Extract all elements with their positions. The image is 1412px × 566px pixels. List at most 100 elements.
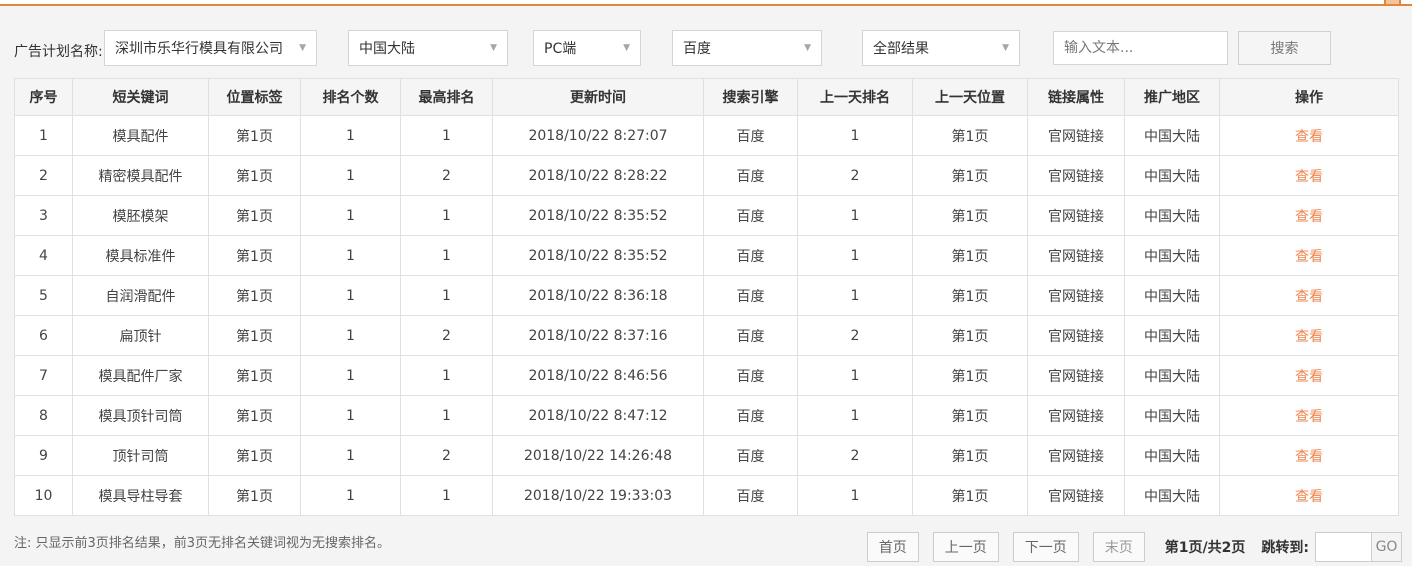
cell-prev-rank: 1 bbox=[797, 235, 913, 276]
cell-index: 4 bbox=[14, 235, 73, 276]
jump-to-label: 跳转到: bbox=[1261, 540, 1309, 556]
cell-best-rank: 2 bbox=[400, 435, 493, 476]
cell-region: 中国大陆 bbox=[1124, 155, 1220, 196]
table-row: 5 自润滑配件 第1页 1 1 2018/10/22 8:36:18 百度 1 … bbox=[14, 275, 1399, 316]
plan-name-select[interactable]: 深圳市乐华行模具有限公司 ▼ bbox=[104, 30, 317, 66]
cell-position: 第1页 bbox=[208, 475, 301, 516]
cell-prev-position: 第1页 bbox=[912, 315, 1028, 356]
cell-updated: 2018/10/22 8:36:18 bbox=[492, 275, 704, 316]
col-header-rank-count: 排名个数 bbox=[300, 78, 401, 116]
view-link[interactable]: 查看 bbox=[1295, 489, 1323, 505]
go-button[interactable]: GO bbox=[1371, 532, 1402, 562]
cell-position: 第1页 bbox=[208, 195, 301, 236]
cell-action: 查看 bbox=[1219, 235, 1399, 276]
cell-keyword: 模具配件厂家 bbox=[72, 355, 209, 396]
cell-keyword: 自润滑配件 bbox=[72, 275, 209, 316]
cell-region: 中国大陆 bbox=[1124, 435, 1220, 476]
cell-rank-count: 1 bbox=[300, 315, 401, 356]
view-link[interactable]: 查看 bbox=[1295, 369, 1323, 385]
view-link[interactable]: 查看 bbox=[1295, 209, 1323, 225]
jump-page-input[interactable] bbox=[1315, 532, 1372, 562]
cell-prev-position: 第1页 bbox=[912, 235, 1028, 276]
cell-best-rank: 2 bbox=[400, 315, 493, 356]
cell-updated: 2018/10/22 8:28:22 bbox=[492, 155, 704, 196]
cell-action: 查看 bbox=[1219, 275, 1399, 316]
cell-link-attr: 官网链接 bbox=[1027, 395, 1125, 436]
cell-keyword: 模具配件 bbox=[72, 115, 209, 156]
chevron-down-icon: ▼ bbox=[490, 43, 497, 53]
cell-engine: 百度 bbox=[703, 195, 798, 236]
cell-best-rank: 2 bbox=[400, 155, 493, 196]
col-header-position: 位置标签 bbox=[208, 78, 301, 116]
cell-prev-rank: 2 bbox=[797, 435, 913, 476]
table-row: 10 模具导柱导套 第1页 1 1 2018/10/22 19:33:03 百度… bbox=[14, 475, 1399, 516]
view-link[interactable]: 查看 bbox=[1295, 169, 1323, 185]
cell-index: 9 bbox=[14, 435, 73, 476]
device-select-value: PC端 bbox=[544, 41, 577, 57]
col-header-index: 序号 bbox=[14, 78, 73, 116]
page-info: 第1页/共2页 bbox=[1164, 540, 1246, 556]
table-row: 9 顶针司筒 第1页 1 2 2018/10/22 14:26:48 百度 2 … bbox=[14, 435, 1399, 476]
chevron-down-icon: ▼ bbox=[1002, 43, 1009, 53]
region-select-value: 中国大陆 bbox=[359, 41, 415, 57]
cell-index: 7 bbox=[14, 355, 73, 396]
view-link[interactable]: 查看 bbox=[1295, 129, 1323, 145]
cell-rank-count: 1 bbox=[300, 435, 401, 476]
cell-rank-count: 1 bbox=[300, 395, 401, 436]
keyword-rank-table: 序号 短关键词 位置标签 排名个数 最高排名 更新时间 搜索引擎 上一天排名 上… bbox=[14, 78, 1399, 516]
engine-select[interactable]: 百度 ▼ bbox=[672, 30, 822, 66]
cell-link-attr: 官网链接 bbox=[1027, 315, 1125, 356]
cell-updated: 2018/10/22 8:35:52 bbox=[492, 235, 704, 276]
cell-engine: 百度 bbox=[703, 235, 798, 276]
cell-rank-count: 1 bbox=[300, 355, 401, 396]
cell-keyword: 模具标准件 bbox=[72, 235, 209, 276]
cell-engine: 百度 bbox=[703, 355, 798, 396]
region-select[interactable]: 中国大陆 ▼ bbox=[348, 30, 508, 66]
cell-action: 查看 bbox=[1219, 355, 1399, 396]
result-type-select-value: 全部结果 bbox=[873, 41, 929, 57]
cell-prev-position: 第1页 bbox=[912, 395, 1028, 436]
cell-prev-rank: 2 bbox=[797, 315, 913, 356]
cell-prev-position: 第1页 bbox=[912, 435, 1028, 476]
device-select[interactable]: PC端 ▼ bbox=[533, 30, 641, 66]
view-link[interactable]: 查看 bbox=[1295, 329, 1323, 345]
table-row: 8 模具顶针司筒 第1页 1 1 2018/10/22 8:47:12 百度 1… bbox=[14, 395, 1399, 436]
search-input[interactable] bbox=[1053, 31, 1228, 65]
col-header-engine: 搜索引擎 bbox=[703, 78, 798, 116]
cell-region: 中国大陆 bbox=[1124, 355, 1220, 396]
cell-rank-count: 1 bbox=[300, 195, 401, 236]
cell-prev-position: 第1页 bbox=[912, 355, 1028, 396]
view-link[interactable]: 查看 bbox=[1295, 449, 1323, 465]
table-row: 7 模具配件厂家 第1页 1 1 2018/10/22 8:46:56 百度 1… bbox=[14, 355, 1399, 396]
table-row: 1 模具配件 第1页 1 1 2018/10/22 8:27:07 百度 1 第… bbox=[14, 115, 1399, 156]
chevron-down-icon: ▼ bbox=[299, 43, 306, 53]
cell-position: 第1页 bbox=[208, 315, 301, 356]
engine-select-value: 百度 bbox=[683, 41, 711, 57]
plan-name-select-value: 深圳市乐华行模具有限公司 bbox=[115, 41, 283, 57]
cell-index: 10 bbox=[14, 475, 73, 516]
cell-best-rank: 1 bbox=[400, 275, 493, 316]
cell-keyword: 模胚模架 bbox=[72, 195, 209, 236]
col-header-prev-rank: 上一天排名 bbox=[797, 78, 913, 116]
cell-region: 中国大陆 bbox=[1124, 315, 1220, 356]
cell-updated: 2018/10/22 8:47:12 bbox=[492, 395, 704, 436]
cell-link-attr: 官网链接 bbox=[1027, 355, 1125, 396]
cell-position: 第1页 bbox=[208, 275, 301, 316]
view-link[interactable]: 查看 bbox=[1295, 249, 1323, 265]
cell-link-attr: 官网链接 bbox=[1027, 435, 1125, 476]
last-page-button[interactable]: 末页 bbox=[1092, 532, 1145, 562]
cell-prev-rank: 1 bbox=[797, 115, 913, 156]
cell-rank-count: 1 bbox=[300, 275, 401, 316]
view-link[interactable]: 查看 bbox=[1295, 409, 1323, 425]
prev-page-button[interactable]: 上一页 bbox=[932, 532, 999, 562]
result-type-select[interactable]: 全部结果 ▼ bbox=[862, 30, 1020, 66]
next-page-button[interactable]: 下一页 bbox=[1012, 532, 1079, 562]
cell-region: 中国大陆 bbox=[1124, 195, 1220, 236]
cell-prev-position: 第1页 bbox=[912, 475, 1028, 516]
cell-rank-count: 1 bbox=[300, 235, 401, 276]
filter-bar: 广告计划名称: 深圳市乐华行模具有限公司 ▼ 中国大陆 ▼ PC端 ▼ 百度 ▼… bbox=[0, 6, 1412, 78]
search-button[interactable]: 搜索 bbox=[1238, 31, 1331, 65]
first-page-button[interactable]: 首页 bbox=[866, 532, 919, 562]
cell-updated: 2018/10/22 8:27:07 bbox=[492, 115, 704, 156]
view-link[interactable]: 查看 bbox=[1295, 289, 1323, 305]
